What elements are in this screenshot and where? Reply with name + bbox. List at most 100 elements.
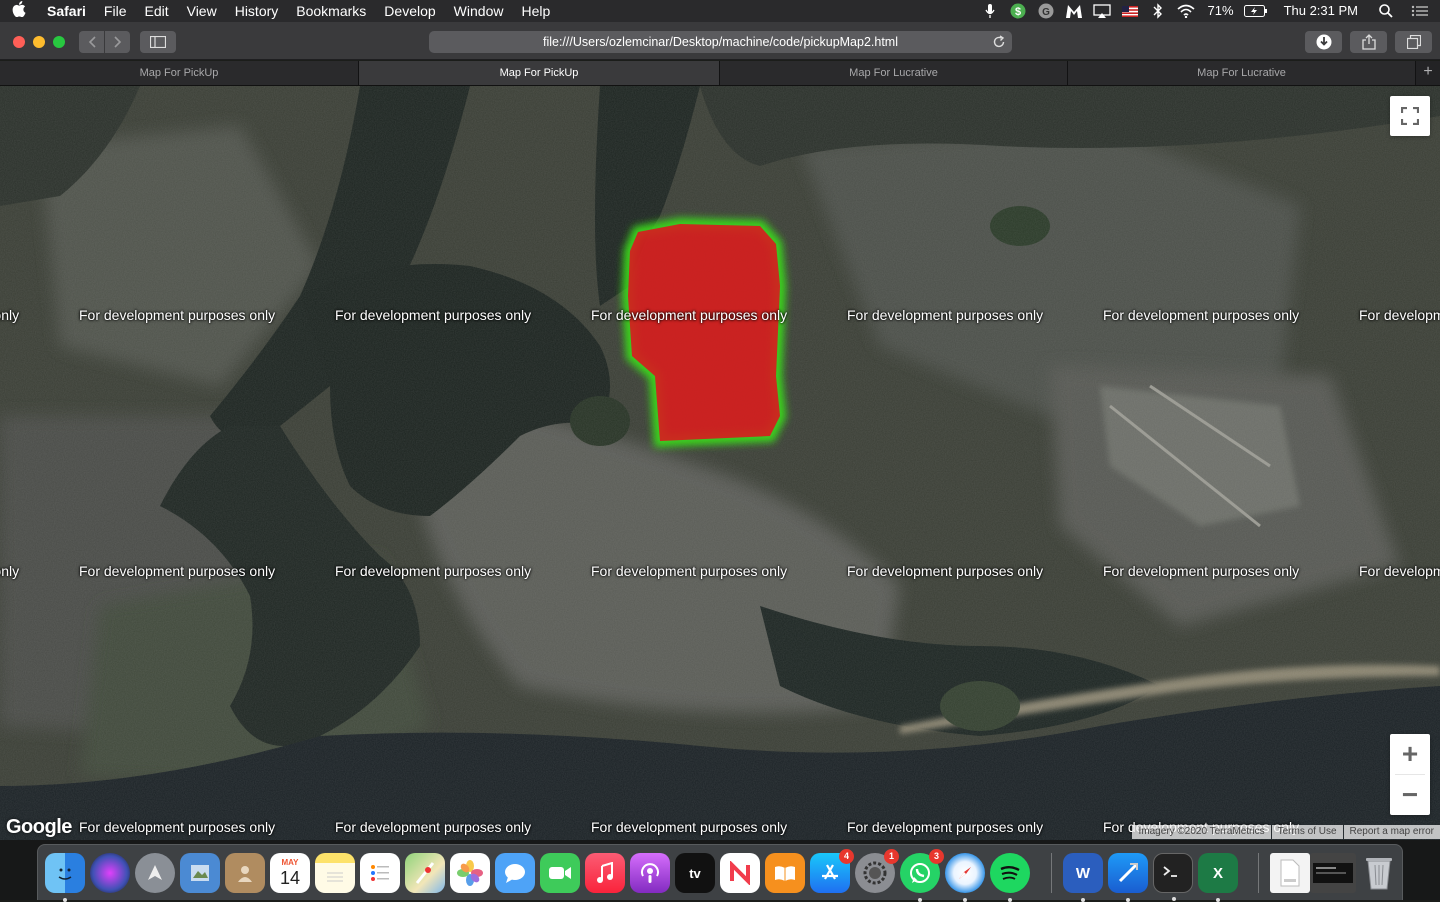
finder-icon[interactable] [45,853,85,902]
news-icon[interactable] [720,853,760,893]
window-close-button[interactable] [13,36,25,48]
menu-develop[interactable]: Develop [375,0,444,22]
desktop-bottom: MAY 14 tv 4 1 3 W X [0,840,1440,902]
podcasts-icon[interactable] [630,853,670,893]
report-map-error-link[interactable]: Report a map error [1343,825,1440,839]
dev-watermark: For development purposes only [335,819,532,835]
menu-app-name[interactable]: Safari [38,0,95,22]
window-minimize-button[interactable] [33,36,45,48]
dev-watermark: For development purposes only [847,307,1044,323]
bluetooth-icon[interactable] [1144,0,1172,22]
tab-overview-button[interactable] [1395,31,1432,53]
share-button[interactable] [1350,31,1387,53]
photos-icon[interactable] [450,853,490,893]
messages-icon[interactable] [495,853,535,893]
spotify-icon[interactable] [990,853,1030,902]
music-icon[interactable] [585,853,625,893]
tab-map-pickup-2[interactable]: Map For PickUp [359,61,720,85]
reminders-icon[interactable] [360,853,400,893]
contacts-icon[interactable] [225,853,265,893]
wifi-icon[interactable] [1172,0,1200,22]
address-bar[interactable]: file:///Users/ozlemcinar/Desktop/machine… [429,31,1012,53]
maps-icon[interactable] [405,853,445,893]
malwarebytes-icon[interactable] [1060,0,1088,22]
reload-icon[interactable] [992,34,1006,56]
menu-file[interactable]: File [95,0,136,22]
google-logo[interactable]: Google [6,816,72,839]
menu-window[interactable]: Window [445,0,513,22]
clock[interactable]: Thu 2:31 PM [1270,0,1372,22]
app-store-badge: 4 [839,849,854,864]
sidebar-toggle-button[interactable] [140,31,176,53]
terminal-icon[interactable] [1153,853,1193,901]
menu-edit[interactable]: Edit [135,0,177,22]
map-canvas[interactable]: For development purposes only For develo… [0,86,1440,840]
dev-watermark: For development purposes only [847,819,1044,835]
tv-label: tv [689,865,701,881]
airplay-icon[interactable] [1088,0,1116,22]
back-button[interactable] [79,31,104,53]
dev-watermark: For development purposes only [847,563,1044,579]
apple-tv-icon[interactable]: tv [675,853,715,893]
notes-icon[interactable] [315,853,355,893]
us-flag-icon[interactable] [1116,0,1144,22]
document-file-icon[interactable] [1270,853,1310,893]
money-app-icon[interactable]: $ [1004,0,1032,22]
menu-bar: Safari File Edit View History Bookmarks … [0,0,1440,22]
dock-separator [1258,853,1259,893]
notification-center-icon[interactable] [1400,0,1440,22]
excel-label: X [1212,864,1223,882]
facetime-icon[interactable] [540,853,580,893]
system-preferences-badge: 1 [884,849,899,864]
imagery-credit: Imagery ©2020 TerraMetrics [1132,825,1271,839]
pickup-heatmap-region [621,217,787,448]
window-zoom-button[interactable] [53,36,65,48]
tab-map-lucrative-2[interactable]: Map For Lucrative [1068,61,1416,85]
chevron-left-icon [88,36,96,48]
safari-icon[interactable] [945,853,985,902]
word-icon[interactable]: W [1063,853,1103,902]
excel-icon[interactable]: X [1198,853,1238,902]
dev-watermark: For development purposes only [335,307,532,323]
terms-of-use-link[interactable]: Terms of Use [1271,825,1343,839]
system-preferences-icon[interactable]: 1 [855,849,899,893]
spotlight-icon[interactable] [1372,0,1400,22]
map-attribution: Imagery ©2020 TerraMetrics Terms of Use … [1131,825,1440,839]
terminal-window-thumbnail-icon[interactable] [1310,853,1356,893]
downloads-button[interactable] [1305,31,1342,53]
menu-help[interactable]: Help [512,0,559,22]
fullscreen-icon [1401,107,1419,125]
trash-icon[interactable] [1359,853,1399,893]
share-icon [1361,34,1376,50]
launchpad-icon[interactable] [135,853,175,893]
whatsapp-icon[interactable]: 3 [900,849,944,902]
microphone-icon[interactable] [976,0,1004,22]
books-icon[interactable] [765,853,805,893]
tab-map-lucrative-1[interactable]: Map For Lucrative [720,61,1068,85]
app-store-icon[interactable]: 4 [810,849,854,893]
zoom-out-button[interactable]: − [1390,775,1430,815]
dev-watermark: For development purposes only [0,563,20,579]
new-tab-button[interactable]: + [1416,61,1440,85]
dev-watermark: For development purposes only [335,563,532,579]
dev-watermark: For development purposes only [79,307,276,323]
zoom-in-button[interactable]: + [1390,734,1430,774]
battery-percent: 71% [1207,3,1234,18]
fullscreen-button[interactable] [1390,96,1430,136]
battery-icon[interactable] [1242,0,1270,22]
xcode-icon[interactable] [1108,853,1148,902]
preview-icon[interactable] [180,853,220,893]
forward-button[interactable] [105,31,130,53]
calendar-icon[interactable]: MAY 14 [270,853,310,893]
tab-map-pickup-1[interactable]: Map For PickUp [0,61,359,85]
menu-bookmarks[interactable]: Bookmarks [287,0,375,22]
svg-text:G: G [1042,7,1050,18]
menu-view[interactable]: View [178,0,226,22]
download-icon [1316,34,1331,50]
dev-watermark: For development purposes only [591,819,788,835]
grammarly-icon[interactable]: G [1032,0,1060,22]
dock: MAY 14 tv 4 1 3 W X [37,844,1403,902]
siri-icon[interactable] [90,853,130,893]
apple-menu-icon[interactable] [0,1,38,21]
menu-history[interactable]: History [226,0,288,22]
